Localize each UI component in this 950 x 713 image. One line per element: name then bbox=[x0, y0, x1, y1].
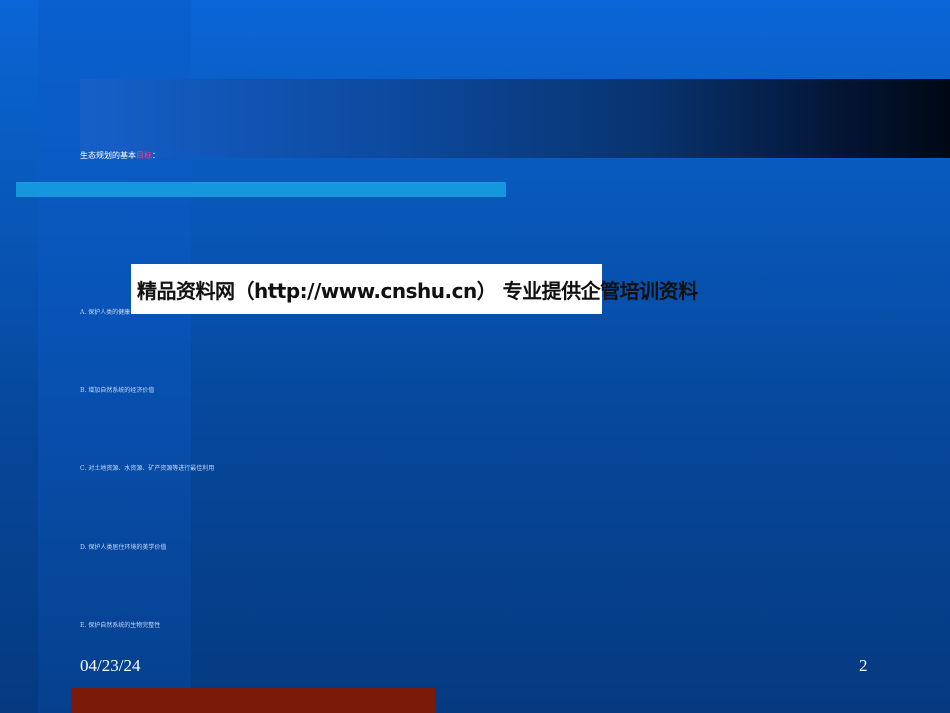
bottom-bar bbox=[71, 688, 435, 713]
watermark-banner: 精品资料网（http://www.cnshu.cn） 专业提供企管培训资料 bbox=[131, 264, 698, 314]
option-e: E. 保护自然系统的生物完整性 bbox=[80, 622, 161, 629]
title-prefix: 生态规划的基本 bbox=[80, 151, 136, 160]
option-a: A. 保护人类的健康 bbox=[80, 309, 131, 316]
title-highlight: 目标 bbox=[136, 151, 152, 160]
banner-text: 精品资料网（http://www.cnshu.cn） 专业提供企管培训资料 bbox=[137, 278, 698, 303]
page-number: 2 bbox=[859, 656, 868, 675]
slide: 生态规划的基本目标： A. 保护人类的健康 B. 增加自然系统的经济价值 C. … bbox=[0, 0, 950, 713]
option-d: D. 保护人类居住环境的美学价值 bbox=[80, 544, 167, 551]
footer-date: 04/23/24 bbox=[80, 656, 141, 675]
option-c: C. 对土地资源、水资源、矿产资源等进行最佳利用 bbox=[80, 465, 215, 472]
title-bar bbox=[80, 79, 950, 158]
accent-strip bbox=[16, 182, 506, 197]
slide-title: 生态规划的基本目标： bbox=[80, 151, 160, 161]
title-suffix: ： bbox=[152, 151, 160, 160]
option-b: B. 增加自然系统的经济价值 bbox=[80, 387, 155, 394]
